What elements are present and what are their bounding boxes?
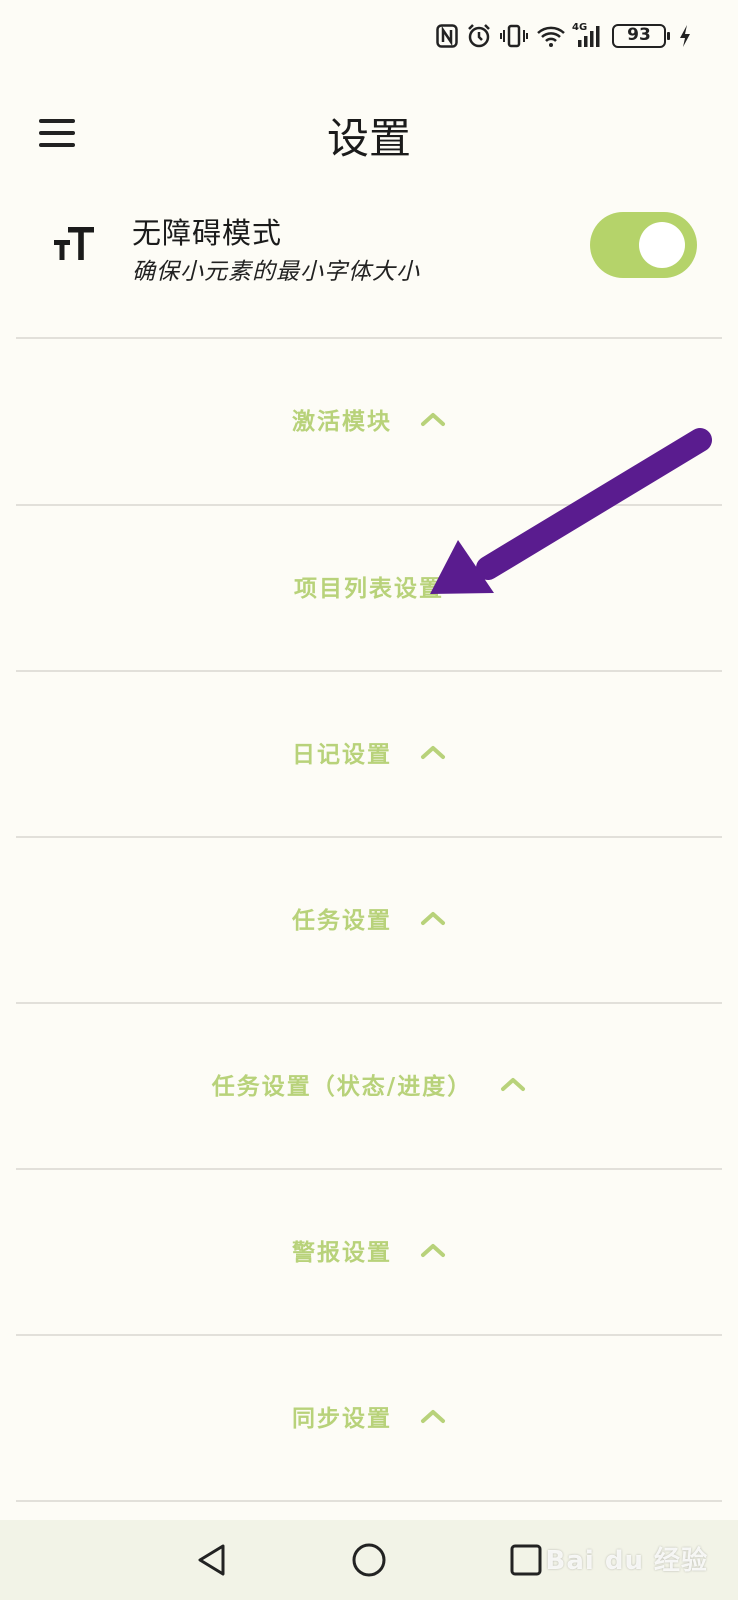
chevron-up-icon <box>421 1410 445 1423</box>
wifi-icon <box>536 24 566 48</box>
accessibility-mode-row[interactable]: 无障碍模式 确保小元素的最小字体大小 <box>0 196 738 296</box>
section-diary-settings[interactable]: 日记设置 <box>16 672 722 832</box>
alarm-icon <box>466 23 492 49</box>
section-label: 项目列表设置 <box>294 576 444 602</box>
vibrate-icon <box>500 24 528 48</box>
section-label: 任务设置 <box>292 908 392 934</box>
section-sync-settings[interactable]: 同步设置 <box>16 1336 722 1496</box>
app-bar: 设置 <box>0 95 738 175</box>
chevron-up-icon <box>421 746 445 759</box>
navigation-bar: Bai du 经验 <box>0 1520 738 1600</box>
accessibility-mode-subtitle: 确保小元素的最小字体大小 <box>132 259 420 285</box>
chevron-up-icon <box>421 413 445 426</box>
section-project-list-settings[interactable]: 项目列表设置 <box>16 506 722 666</box>
section-label: 同步设置 <box>292 1406 392 1432</box>
section-label: 任务设置（状态/进度） <box>211 1074 473 1100</box>
page-title: 设置 <box>326 114 411 163</box>
nfc-icon <box>436 24 458 48</box>
battery-icon: 93 <box>612 24 670 48</box>
section-label: 警报设置 <box>292 1240 392 1266</box>
section-activate-modules[interactable]: 激活模块 <box>16 339 722 499</box>
accessibility-mode-title: 无障碍模式 <box>132 216 283 250</box>
section-label: 日记设置 <box>292 742 392 768</box>
home-circle-icon[interactable] <box>339 1532 399 1588</box>
status-bar: 4G 93 <box>0 0 738 70</box>
back-triangle-icon[interactable] <box>182 1532 242 1588</box>
text-size-icon <box>54 227 94 260</box>
chevron-up-icon <box>421 1244 445 1257</box>
chevron-up-icon <box>501 1078 526 1091</box>
section-label: 激活模块 <box>292 409 392 435</box>
watermark-logo: Bai du 经验 <box>545 1546 708 1576</box>
section-task-settings[interactable]: 任务设置 <box>16 838 722 998</box>
charging-icon <box>678 24 692 48</box>
signal-icon: 4G <box>572 22 604 48</box>
section-task-status-settings[interactable]: 任务设置（状态/进度） <box>16 1004 722 1164</box>
status-icons: 4G 93 <box>436 20 692 52</box>
toggle-knob <box>639 222 685 268</box>
chevron-up-icon <box>421 912 445 925</box>
accessibility-toggle[interactable] <box>590 212 697 278</box>
network-type: 4G <box>572 22 588 33</box>
section-alert-settings[interactable]: 警报设置 <box>16 1170 722 1330</box>
divider <box>16 1500 722 1502</box>
